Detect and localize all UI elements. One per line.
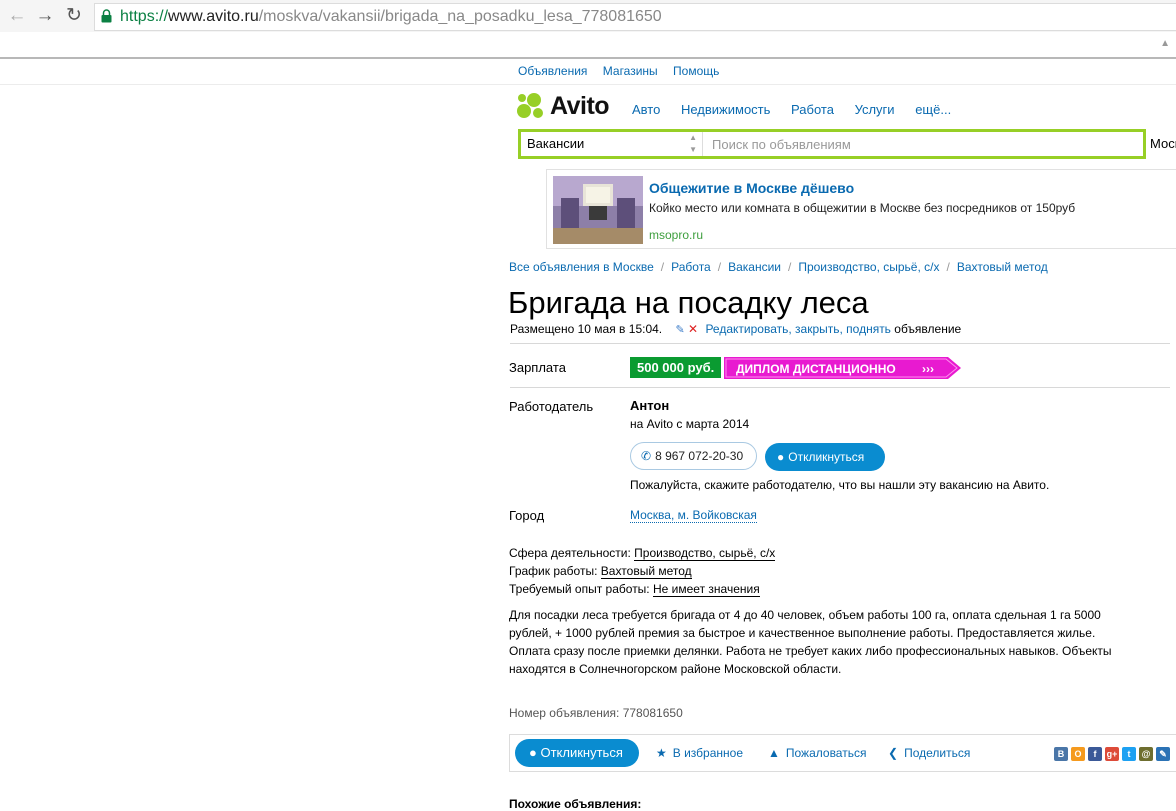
listing-attributes: Сфера деятельности: Производство, сырьё,… [509, 544, 776, 598]
scrollbar-arrow-icon[interactable]: ▲ [1160, 38, 1170, 49]
lock-icon [101, 9, 112, 23]
livejournal-icon[interactable]: ✎ [1156, 747, 1170, 761]
social-share-icons: В Оf g+ t @ ✎ [1051, 747, 1170, 763]
share-icon: ❮ [888, 746, 899, 760]
phone-icon: ✆ [641, 449, 652, 463]
attribute-row: Сфера деятельности: Производство, сырьё,… [509, 546, 776, 561]
employer-note: Пожалуйста, скажите работодателю, что вы… [630, 478, 1050, 492]
city-label: Город [509, 508, 545, 523]
mailru-icon[interactable]: @ [1139, 747, 1153, 761]
complain-button[interactable]: ▲ Пожаловаться [768, 746, 866, 760]
salary-label: Зарплата [509, 360, 566, 375]
listing-meta: Размещено 10 мая в 15:04. ✎ ✕ Редактиров… [510, 322, 961, 336]
category-select-value: Вакансии [527, 136, 585, 151]
vk-icon[interactable]: В [1054, 747, 1068, 761]
close-icon: ✕ [688, 322, 699, 336]
search-input[interactable] [704, 132, 1144, 156]
reply-button[interactable]: ● Откликнуться [765, 443, 885, 471]
breadcrumb-item[interactable]: Производство, сырьё, с/х [798, 260, 939, 274]
edit-suffix: объявление [894, 322, 962, 336]
nav-item-realty[interactable]: Недвижимость [681, 102, 770, 117]
top-link-ads[interactable]: Объявления [518, 64, 587, 78]
nav-item-services[interactable]: Услуги [855, 102, 895, 117]
city-link[interactable]: Москва, м. Войковская [630, 508, 757, 523]
similar-heading: Похожие объявления: [509, 797, 642, 811]
attribute-value[interactable]: Производство, сырьё, с/х [634, 546, 776, 561]
star-icon: ★ [656, 746, 667, 760]
forward-icon[interactable]: → [33, 4, 57, 28]
posted-date: Размещено 10 мая в 15:04. [510, 322, 663, 336]
logo-text: Avito [550, 92, 610, 120]
category-select[interactable]: Вакансии ▲ ▼ [521, 132, 703, 156]
pencil-icon: ✎ [675, 324, 685, 336]
breadcrumb-item[interactable]: Вакансии [728, 260, 781, 274]
top-links: Объявления Магазины Помощь [518, 64, 731, 78]
listing-number: Номер объявления: 778081650 [509, 706, 683, 720]
employer-name: Антон [630, 398, 670, 413]
action-bar: ● Откликнуться ★ В избранное ▲ Пожаловатьс… [509, 734, 1176, 772]
salary-value: 500 000 руб. [630, 357, 722, 378]
avito-logo[interactable]: Avito [517, 92, 617, 123]
reply-button-label: Откликнуться [788, 450, 865, 464]
chrome-divider [0, 57, 1176, 59]
header-divider [0, 84, 1176, 85]
attribute-value[interactable]: Не имеет значения [653, 582, 760, 597]
attribute-row: График работы: Вахтовый метод [509, 564, 692, 579]
odnoklassniki-icon[interactable]: О [1071, 747, 1085, 761]
breadcrumb-item[interactable]: Все объявления в Москве [509, 260, 654, 274]
promo-text: ДИПЛОМ ДИСТАНЦИОННО [736, 362, 896, 376]
phone-button[interactable]: ✆ 8 967 072-20-30 [630, 442, 757, 470]
back-icon[interactable]: ← [5, 4, 29, 28]
google-plus-icon[interactable]: g+ [1105, 747, 1119, 761]
location-select[interactable]: Моск [1143, 129, 1176, 159]
address-bar[interactable]: https://www.avito.ru/moskva/vakansii/bri… [94, 3, 1176, 31]
ad-image [553, 176, 643, 244]
breadcrumb-item[interactable]: Работа [671, 260, 711, 274]
promo-banner[interactable]: ДИПЛОМ ДИСТАНЦИОННО ››› [724, 357, 961, 379]
nav-item-jobs[interactable]: Работа [791, 102, 834, 117]
ad-description: Койко место или комната в общежитии в Мо… [649, 201, 1076, 215]
page-title: Бригада на посадку леса [508, 285, 869, 320]
attribute-row: Требуемый опыт работы: Не имеет значения [509, 582, 760, 597]
chat-icon: ● [529, 745, 537, 760]
favorite-button[interactable]: ★ В избранное [656, 746, 743, 760]
employer-since: на Avito с марта 2014 [630, 417, 750, 431]
facebook-icon[interactable]: f [1088, 747, 1102, 761]
edit-link[interactable]: Редактировать, закрыть, поднять [705, 322, 890, 336]
breadcrumb-item[interactable]: Вахтовый метод [957, 260, 1048, 274]
twitter-icon[interactable]: t [1122, 747, 1136, 761]
ad-title[interactable]: Общежитие в Москве дёшево [649, 180, 854, 196]
select-arrows-icon: ▲ ▼ [689, 133, 697, 154]
url-text: https://www.avito.ru/moskva/vakansii/bri… [120, 8, 662, 25]
share-button[interactable]: ❮ Поделиться [888, 746, 970, 760]
warning-icon: ▲ [768, 746, 780, 760]
nav-item-more[interactable]: ещё... [915, 102, 951, 117]
reload-icon[interactable]: ↻ [62, 4, 86, 28]
listing-description: Для посадки леса требуется бригада от 4 … [509, 608, 1112, 676]
divider [510, 387, 1170, 388]
divider [510, 343, 1170, 344]
top-link-shops[interactable]: Магазины [603, 64, 658, 78]
ad-banner[interactable]: Общежитие в Москве дёшево Койко место ил… [546, 169, 1176, 249]
search-bar: Вакансии ▲▼ Моск [518, 129, 1176, 159]
nav-item-auto[interactable]: Авто [632, 102, 660, 117]
logo-dots-icon [517, 93, 549, 121]
reply-button-bottom[interactable]: ● Откликнуться [515, 739, 639, 767]
phone-number: 8 967 072-20-30 [655, 449, 744, 463]
employer-label: Работодатель [509, 399, 594, 414]
attribute-value[interactable]: Вахтовый метод [600, 564, 692, 579]
main-nav: Авто Недвижимость Работа Услуги ещё... [632, 102, 968, 117]
ad-domain[interactable]: msopro.ru [649, 228, 703, 242]
browser-toolbar: ← → ↻ https://www.avito.ru/moskva/vakans… [0, 0, 1176, 32]
chat-icon: ● [777, 450, 785, 464]
promo-arrows-icon: ››› [922, 362, 934, 376]
breadcrumb: Все объявления в Москве / Работа / Вакансии /… [509, 260, 1048, 274]
top-link-help[interactable]: Помощь [673, 64, 719, 78]
